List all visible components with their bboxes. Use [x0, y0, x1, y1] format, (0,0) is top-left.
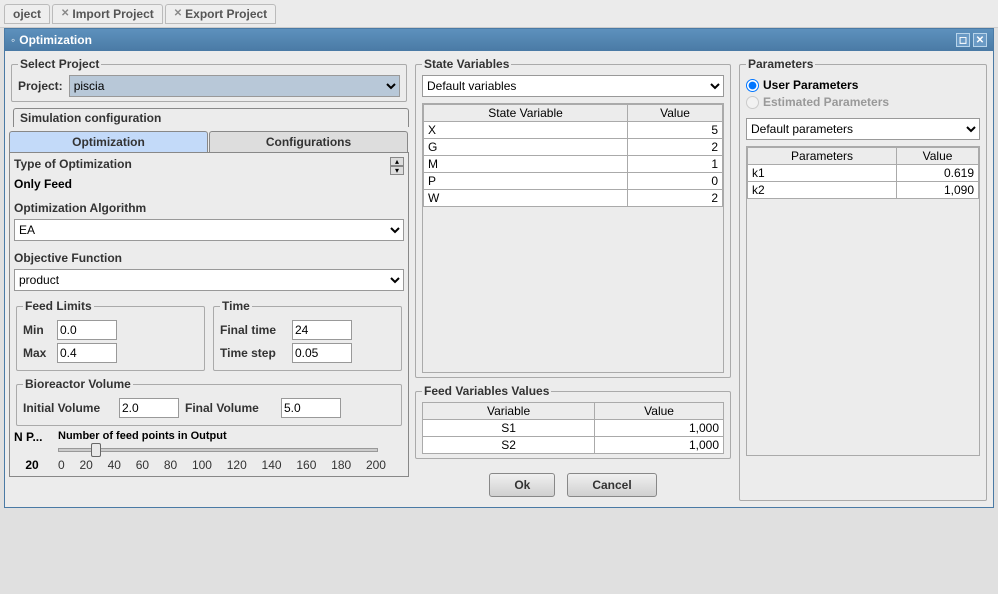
min-label: Min [23, 323, 51, 337]
params-select[interactable]: Default parameters [746, 118, 980, 140]
tab-optimization[interactable]: Optimization [9, 131, 208, 152]
col-value: Value [897, 148, 979, 165]
parameters-legend: Parameters [746, 57, 815, 71]
table-row[interactable]: G2 [424, 139, 723, 156]
state-vars-legend: State Variables [422, 57, 511, 71]
parameters-group: Parameters User Parameters Estimated Par… [739, 57, 987, 501]
np-label-col: N P... 20 [14, 430, 50, 472]
titlebar[interactable]: ◦ Optimization ◻ ✕ [5, 29, 993, 51]
user-params-radio[interactable]: User Parameters [746, 78, 980, 92]
estimated-params-radio[interactable]: Estimated Parameters [746, 95, 980, 109]
final-time-label: Final time [220, 323, 286, 337]
max-input[interactable] [57, 343, 117, 363]
window-icon: ◦ [11, 33, 15, 47]
table-row[interactable]: M1 [424, 156, 723, 173]
optimization-panel: Type of Optimization Only Feed ▴ ▾ Optim… [9, 153, 409, 477]
np-value: 20 [14, 458, 50, 472]
col-parameter: Parameters [748, 148, 897, 165]
feed-vars-table: Variable Value S11,000S21,000 [422, 402, 724, 454]
topbar-item[interactable]: ✕Import Project [52, 4, 163, 24]
slider-thumb[interactable] [91, 443, 101, 457]
final-time-input[interactable] [292, 320, 352, 340]
slider-label: Number of feed points in Output [58, 430, 404, 442]
init-vol-label: Initial Volume [23, 401, 113, 415]
slider-ticks: 020406080100120140160180200 [58, 458, 386, 472]
col-state-var: State Variable [424, 105, 628, 122]
time-group: Time Final time Time step [213, 299, 402, 371]
col-variable: Variable [423, 403, 595, 420]
bioreactor-legend: Bioreactor Volume [23, 377, 133, 391]
optimization-window: ◦ Optimization ◻ ✕ Select Project Projec… [4, 28, 994, 508]
objective-label: Objective Function [14, 251, 404, 265]
tab-configurations[interactable]: Configurations [209, 131, 408, 152]
ok-button[interactable]: Ok [489, 473, 555, 497]
col-value: Value [628, 105, 723, 122]
close-icon[interactable]: ✕ [174, 8, 182, 19]
algo-select[interactable]: EA [14, 219, 404, 241]
feed-limits-legend: Feed Limits [23, 299, 94, 313]
opt-type-value: Only Feed [14, 177, 390, 191]
np-label: N P... [14, 430, 50, 444]
chevron-up-icon[interactable]: ▴ [390, 157, 404, 166]
opt-type-stepper[interactable]: ▴ ▾ [390, 157, 404, 175]
objective-select[interactable]: product [14, 269, 404, 291]
table-row[interactable]: S11,000 [423, 420, 724, 437]
close-icon[interactable]: ✕ [973, 33, 987, 47]
maximize-icon[interactable]: ◻ [956, 33, 970, 47]
window-title: Optimization [19, 33, 92, 47]
final-vol-label: Final Volume [185, 401, 275, 415]
cancel-button[interactable]: Cancel [567, 473, 656, 497]
project-label: Project: [18, 79, 63, 93]
feed-points-slider[interactable] [58, 448, 378, 452]
topbar-item[interactable]: oject [4, 4, 50, 24]
table-row[interactable]: S21,000 [423, 437, 724, 454]
table-row[interactable]: P0 [424, 173, 723, 190]
opt-type-label: Type of Optimization [14, 157, 390, 171]
feed-limits-group: Feed Limits Min Max [16, 299, 205, 371]
col-value: Value [595, 403, 724, 420]
final-vol-input[interactable] [281, 398, 341, 418]
time-step-input[interactable] [292, 343, 352, 363]
state-vars-select[interactable]: Default variables [422, 75, 724, 97]
feed-vars-group: Feed Variables Values Variable Value S11… [415, 384, 731, 459]
tabs: Optimization Configurations [9, 131, 409, 153]
project-select[interactable]: piscia [69, 75, 400, 97]
top-tabs: oject ✕Import Project ✕Export Project [0, 0, 998, 28]
table-row[interactable]: k10.619 [748, 165, 979, 182]
params-table: Parameters Value k10.619k21,090 [747, 147, 979, 199]
time-legend: Time [220, 299, 252, 313]
table-row[interactable]: X5 [424, 122, 723, 139]
table-row[interactable]: k21,090 [748, 182, 979, 199]
sim-config-label: Simulation configuration [13, 108, 409, 127]
topbar-item[interactable]: ✕Export Project [165, 4, 276, 24]
init-vol-input[interactable] [119, 398, 179, 418]
feed-vars-legend: Feed Variables Values [422, 384, 551, 398]
min-input[interactable] [57, 320, 117, 340]
state-variables-group: State Variables Default variables State … [415, 57, 731, 378]
state-vars-table: State Variable Value X5G2M1P0W2 [423, 104, 723, 207]
table-row[interactable]: W2 [424, 190, 723, 207]
close-icon[interactable]: ✕ [61, 8, 69, 19]
bioreactor-group: Bioreactor Volume Initial Volume Final V… [16, 377, 402, 426]
select-project-legend: Select Project [18, 57, 101, 71]
algo-label: Optimization Algorithm [14, 201, 404, 215]
select-project-group: Select Project Project: piscia [11, 57, 407, 102]
max-label: Max [23, 346, 51, 360]
time-step-label: Time step [220, 346, 286, 360]
chevron-down-icon[interactable]: ▾ [390, 166, 404, 175]
